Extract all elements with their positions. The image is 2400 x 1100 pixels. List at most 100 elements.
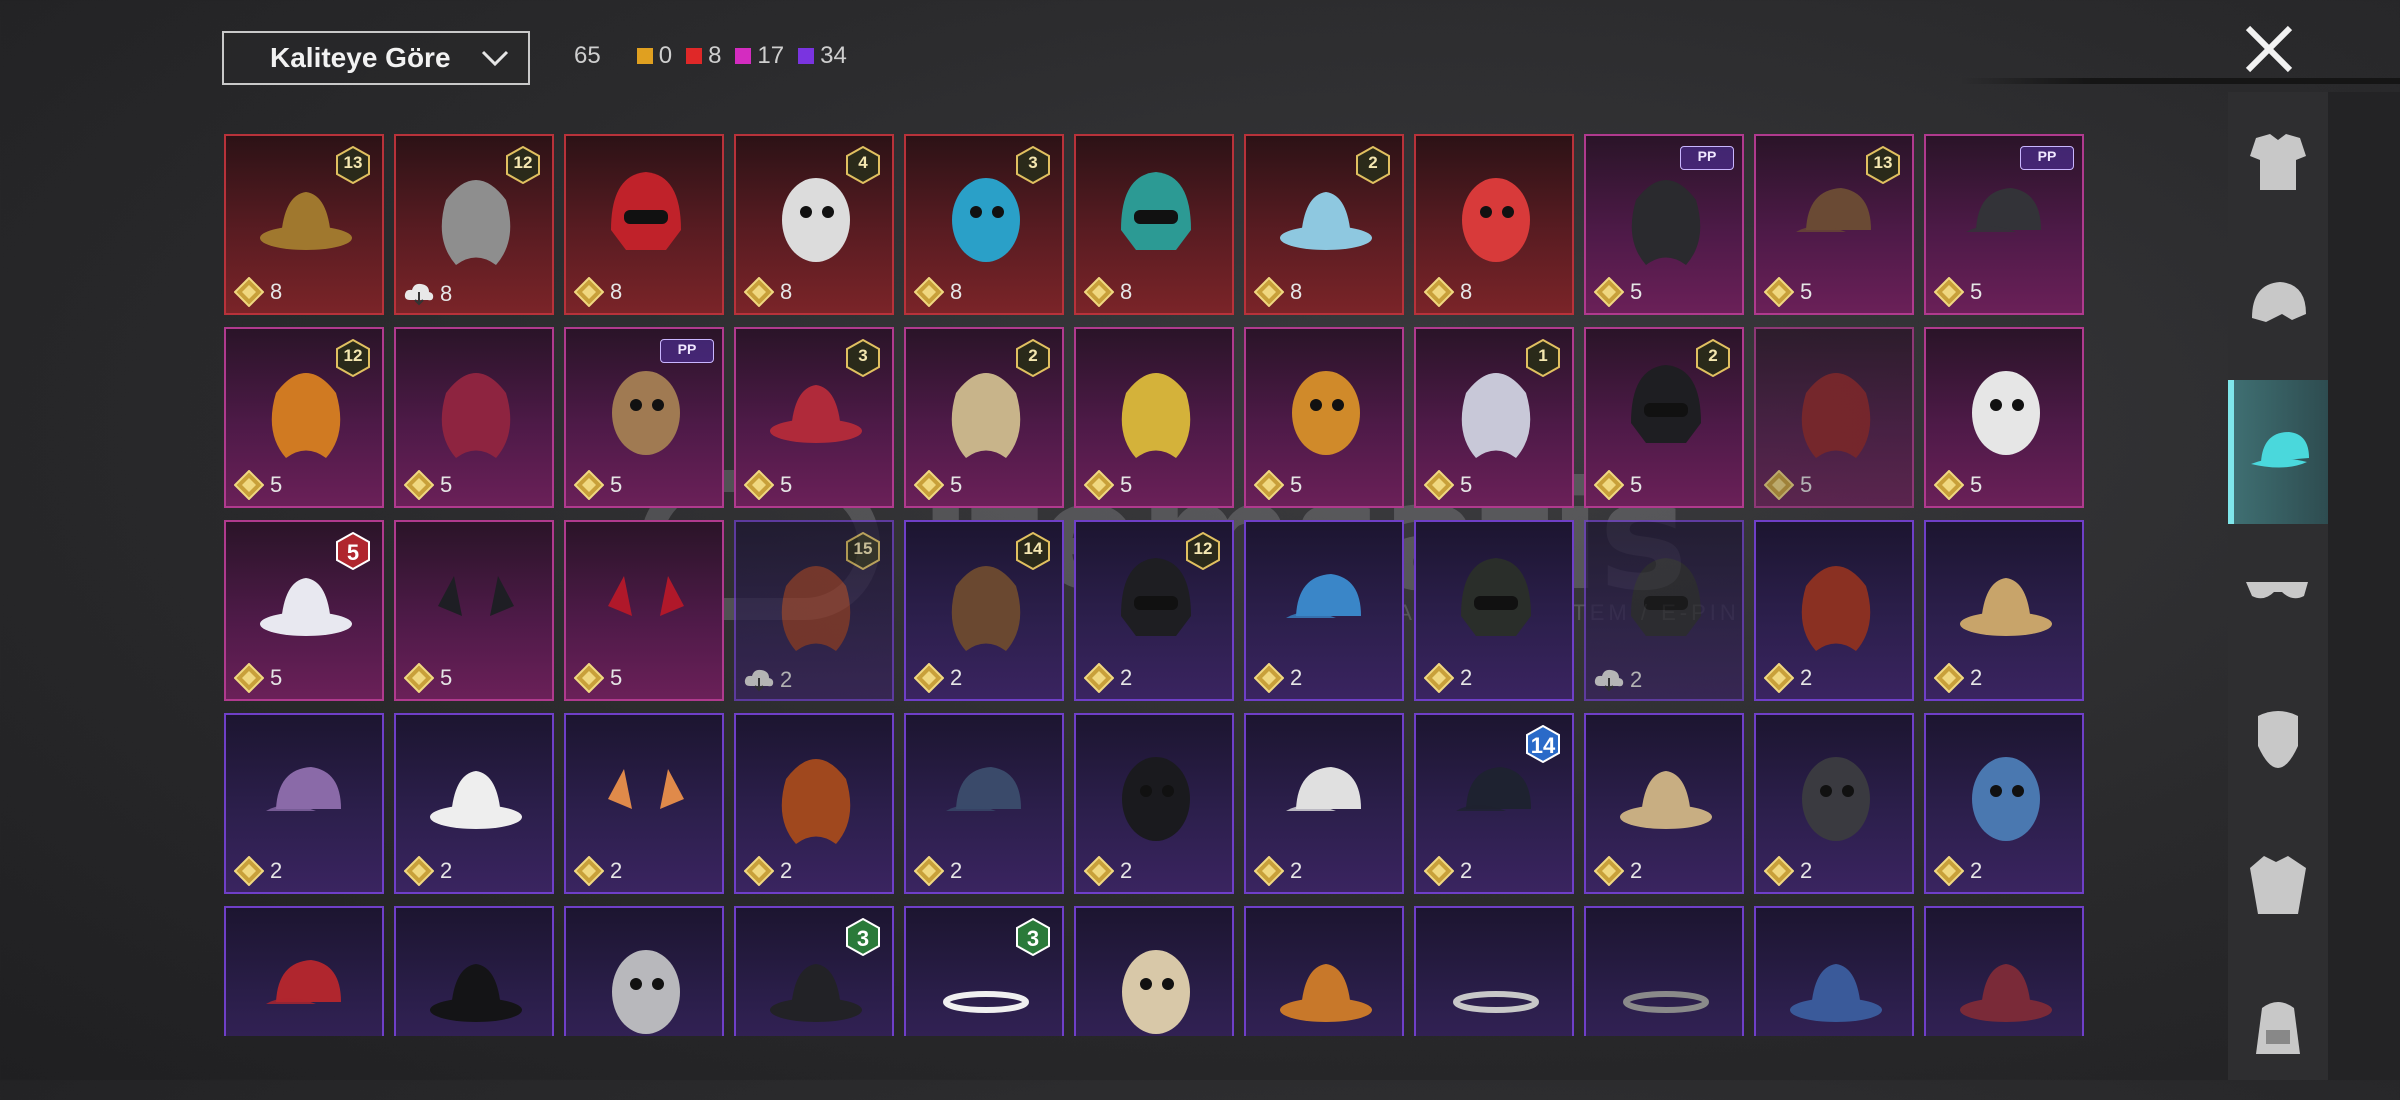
- item-card-tophat-ball[interactable]: 48: [734, 134, 894, 315]
- item-card-goggles-cap[interactable]: 13 5: [1754, 134, 1914, 315]
- item-card-officer-cap[interactable]: 2: [1244, 713, 1404, 894]
- item-card-black-mask[interactable]: 25: [1584, 327, 1744, 508]
- item-cost: 2: [1254, 856, 1302, 886]
- item-card-jester-hat[interactable]: 35: [734, 327, 894, 508]
- item-cost: 2: [1764, 856, 1812, 886]
- item-cost-value: 5: [1970, 279, 1983, 304]
- item-card-gas-helmet[interactable]: 2: [1414, 520, 1574, 701]
- coupon-diamond-icon: [1764, 856, 1794, 886]
- sidebar-tab-glasses[interactable]: [2228, 524, 2328, 668]
- item-card-bunny-helmet[interactable]: 12 2: [1074, 520, 1234, 701]
- item-card-dark-helmet[interactable]: 2: [1584, 520, 1744, 701]
- item-card-red-horns[interactable]: 5: [564, 520, 724, 701]
- item-cost: 2: [914, 856, 962, 886]
- item-cost: 2: [1594, 667, 1642, 693]
- item-card-hat-hair[interactable]: 13 8: [224, 134, 384, 315]
- coupon-diamond-icon: [914, 856, 944, 886]
- item-card-teal-helmet[interactable]: 8: [1074, 134, 1234, 315]
- sidebar-tab-backpack[interactable]: [2228, 956, 2328, 1100]
- item-card-sun-hat[interactable]: 2: [394, 713, 554, 894]
- item-card-headband[interactable]: [1584, 906, 1744, 1036]
- gas-helmet-icon: [1461, 558, 1531, 636]
- item-card-clown-head[interactable]: 38: [904, 134, 1064, 315]
- item-card-shark-hat[interactable]: 2: [1924, 713, 2084, 894]
- sort-dropdown[interactable]: Kaliteye Göre: [222, 31, 530, 85]
- bowler-hat-icon: [430, 964, 522, 1022]
- tier-badge-label: 13: [1873, 153, 1893, 172]
- sidebar-tab-outfit[interactable]: [2228, 92, 2328, 236]
- cap-icon: [2251, 432, 2309, 468]
- coupon-diamond-icon: [1424, 470, 1454, 500]
- item-card-demon-mask[interactable]: 8: [1414, 134, 1574, 315]
- item-card-cap-goggles[interactable]: PP 5: [1924, 134, 2084, 315]
- item-cost: 5: [574, 663, 622, 693]
- item-card-dotted-cap[interactable]: 2: [224, 713, 384, 894]
- item-card-samurai-hair[interactable]: 2: [734, 713, 894, 894]
- item-card-fedora[interactable]: 3: [734, 906, 894, 1036]
- item-card-grey-hair[interactable]: 12 8: [394, 134, 554, 315]
- sidebar-tab-jacket[interactable]: [2228, 812, 2328, 956]
- item-cost: 8: [1424, 277, 1472, 307]
- item-card-red-braid[interactable]: 5: [1754, 327, 1914, 508]
- item-card-blue-fez[interactable]: [1754, 906, 1914, 1036]
- item-card-goggle-hair[interactable]: 2: [1754, 520, 1914, 701]
- tier-badge-label: 12: [343, 346, 363, 365]
- item-card-crimson-hair[interactable]: 5: [394, 327, 554, 508]
- category-sidebar: [2228, 92, 2328, 1080]
- item-card-wrestler-mask[interactable]: 2: [1754, 713, 1914, 894]
- item-card-blue-cap[interactable]: 2: [1244, 520, 1404, 701]
- wrestler-mask-icon: [1802, 757, 1870, 841]
- item-card-bowler-hat[interactable]: [394, 906, 554, 1036]
- item-card-zebra-head[interactable]: 5: [1924, 327, 2084, 508]
- item-card-navy-cap[interactable]: 2: [904, 713, 1064, 894]
- item-card-dark-ears[interactable]: 5: [394, 520, 554, 701]
- tier-badge-label: 14: [1023, 539, 1043, 558]
- item-card-fox-ears[interactable]: 2: [564, 713, 724, 894]
- coupon-diamond-icon: [744, 277, 774, 307]
- item-card-witch-hair[interactable]: 15 2: [734, 520, 894, 701]
- item-card-sailor-hair[interactable]: 25: [904, 327, 1064, 508]
- item-card-bunny-hat[interactable]: 2: [1924, 520, 2084, 701]
- item-card-burger-hat[interactable]: [1244, 906, 1404, 1036]
- item-cost-value: 2: [780, 858, 793, 883]
- item-card-flower-crown[interactable]: 3: [904, 906, 1064, 1036]
- item-card-feather-headdress[interactable]: 5: [1074, 327, 1234, 508]
- item-cost-value: 5: [270, 665, 283, 690]
- item-grid: 13 8 12 8 8 4 8 3 8 8 2 8 8 PP 5 13 5 PP 5 12 5 5 PP 5 3 5 2 5 5 5 1 5 2…: [224, 134, 2086, 1036]
- item-card-straw-hat[interactable]: 2: [1584, 713, 1744, 894]
- item-card-potato-head[interactable]: 5: [1244, 327, 1404, 508]
- item-cost-value: 2: [440, 858, 453, 883]
- coupon-diamond-icon: [744, 470, 774, 500]
- sidebar-tab-helmet[interactable]: [2228, 236, 2328, 380]
- sidebar-tab-cap[interactable]: [2228, 380, 2328, 524]
- coupon-diamond-icon: [404, 663, 434, 693]
- cloud-download-icon: [404, 283, 434, 306]
- close-icon[interactable]: [2240, 20, 2298, 78]
- item-card-brown-hair[interactable]: 14 2: [904, 520, 1064, 701]
- item-card-shark-head[interactable]: [564, 906, 724, 1036]
- item-card-orange-hair[interactable]: 12 5: [224, 327, 384, 508]
- item-card-white-hat[interactable]: 55: [224, 520, 384, 701]
- item-card-head-mirror[interactable]: [1414, 906, 1574, 1036]
- item-card-bull-head[interactable]: PP 5: [564, 327, 724, 508]
- item-card-cake-hat[interactable]: [1074, 906, 1234, 1036]
- item-card-gas-mask[interactable]: 2: [1074, 713, 1234, 894]
- item-card-red-beret[interactable]: [224, 906, 384, 1036]
- tier-badge: 4: [846, 145, 880, 185]
- tier-badge: 12: [506, 145, 540, 185]
- item-card-red-helmet[interactable]: 8: [564, 134, 724, 315]
- sidebar-tab-mask[interactable]: [2228, 668, 2328, 812]
- coupon-diamond-icon: [1084, 277, 1114, 307]
- item-cost: 2: [1084, 856, 1132, 886]
- tier-badge-label: 13: [343, 153, 363, 172]
- tier-badge: PP: [660, 339, 714, 363]
- item-card-silver-hair[interactable]: 15: [1414, 327, 1574, 508]
- item-card-dark-hair[interactable]: PP 5: [1584, 134, 1744, 315]
- tier-badge: 2: [1016, 338, 1050, 378]
- item-cost: 8: [404, 281, 452, 307]
- item-cost: 2: [1424, 856, 1472, 886]
- item-card-maroon-fedora[interactable]: [1924, 906, 2084, 1036]
- item-card-bucket-hat[interactable]: 28: [1244, 134, 1404, 315]
- coupon-diamond-icon: [1084, 663, 1114, 693]
- item-card-police-cap[interactable]: 14 2: [1414, 713, 1574, 894]
